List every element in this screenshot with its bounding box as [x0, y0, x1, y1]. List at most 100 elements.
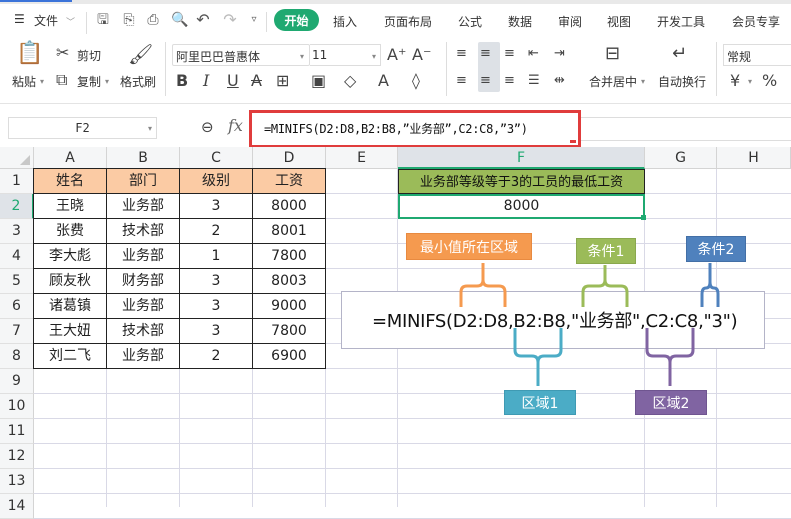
table-cell-salary[interactable]: 8001 — [253, 219, 326, 244]
align-left-icon[interactable]: ≡ — [456, 72, 467, 90]
hamburger-icon[interactable]: ☰ — [14, 12, 25, 26]
paste-button[interactable]: 粘贴 — [12, 73, 36, 90]
row-header-8[interactable]: 8 — [0, 344, 34, 369]
column-header-e[interactable]: E — [326, 147, 398, 169]
table-header-name[interactable]: 姓名 — [34, 169, 107, 194]
formula-input[interactable]: =MINIFS(D2:D8,B2:B8,”业务部”,C2:C8,”3”) — [249, 110, 581, 148]
italic-icon[interactable]: I — [203, 72, 209, 90]
merge-center-button[interactable]: 合并居中 — [589, 73, 637, 90]
column-header-h[interactable]: H — [717, 147, 791, 169]
copy-button[interactable]: 复制 — [77, 73, 101, 90]
row-header-9[interactable]: 9 — [0, 369, 34, 394]
table-header-salary[interactable]: 工资 — [253, 169, 326, 194]
table-cell-salary[interactable]: 7800 — [253, 319, 326, 344]
tab-insert[interactable]: 插入 — [333, 13, 357, 30]
result-value-cell[interactable]: 8000 — [398, 194, 645, 219]
table-header-dept[interactable]: 部门 — [107, 169, 180, 194]
tab-review[interactable]: 审阅 — [558, 13, 582, 30]
table-header-level[interactable]: 级别 — [180, 169, 253, 194]
wrap-text-button[interactable]: 自动换行 — [658, 73, 706, 90]
table-cell-salary[interactable]: 6900 — [253, 344, 326, 369]
align-right-icon[interactable]: ≡ — [504, 72, 515, 90]
table-cell-name[interactable]: 诸葛镇 — [34, 294, 107, 319]
result-title-cell[interactable]: 业务部等级等于3的工员的最低工资 — [398, 169, 645, 194]
row-header-3[interactable]: 3 — [0, 219, 34, 244]
table-cell-name[interactable]: 顾友秋 — [34, 269, 107, 294]
row-header-11[interactable]: 11 — [0, 419, 34, 444]
table-cell-dept[interactable]: 业务部 — [107, 294, 180, 319]
table-cell-level[interactable]: 3 — [180, 319, 253, 344]
distributed-icon[interactable]: ⇹ — [554, 72, 565, 90]
column-header-c[interactable]: C — [180, 147, 253, 169]
table-cell-level[interactable]: 3 — [180, 194, 253, 219]
print-preview-icon[interactable]: 🔍 — [171, 12, 188, 28]
row-header-5[interactable]: 5 — [0, 269, 34, 294]
table-cell-name[interactable]: 王大妞 — [34, 319, 107, 344]
table-cell-dept[interactable]: 技术部 — [107, 319, 180, 344]
table-cell-level[interactable]: 1 — [180, 244, 253, 269]
font-color-icon[interactable]: A — [378, 72, 389, 90]
increase-font-icon[interactable]: A⁺ — [387, 46, 406, 64]
underline-icon[interactable]: U — [227, 72, 239, 90]
column-header-b[interactable]: B — [107, 147, 180, 169]
format-painter-button[interactable]: 格式刷 — [120, 73, 156, 90]
tab-formulas[interactable]: 公式 — [458, 13, 482, 30]
row-header-10[interactable]: 10 — [0, 394, 34, 419]
tab-data[interactable]: 数据 — [508, 13, 532, 30]
border-icon[interactable]: ⊞ — [276, 72, 289, 90]
redo-icon[interactable]: ↷ — [222, 12, 238, 28]
zoom-formula-icon[interactable]: ⊖ — [201, 118, 214, 136]
row-header-1[interactable]: 1 — [0, 169, 34, 194]
table-cell-level[interactable]: 3 — [180, 294, 253, 319]
select-all-corner[interactable] — [0, 147, 34, 169]
table-cell-salary[interactable]: 8003 — [253, 269, 326, 294]
table-cell-level[interactable]: 2 — [180, 344, 253, 369]
paste-icon[interactable]: 📋 — [16, 43, 43, 65]
table-cell-dept[interactable]: 技术部 — [107, 219, 180, 244]
chevron-down-icon[interactable]: ﹀ — [66, 15, 75, 28]
tab-member[interactable]: 会员专享 — [732, 13, 780, 30]
tab-start[interactable]: 开始 — [274, 9, 319, 31]
decrease-font-icon[interactable]: A⁻ — [412, 46, 431, 64]
table-cell-name[interactable]: 王晓 — [34, 194, 107, 219]
more-icon[interactable]: ▿ — [246, 12, 262, 28]
justify-icon[interactable]: ☰ — [528, 72, 540, 90]
column-header-d[interactable]: D — [253, 147, 326, 169]
row-header-12[interactable]: 12 — [0, 444, 34, 469]
undo-icon[interactable]: ↶ — [195, 12, 211, 28]
table-cell-dept[interactable]: 业务部 — [107, 344, 180, 369]
table-cell-name[interactable]: 张费 — [34, 219, 107, 244]
cut-button[interactable]: 剪切 — [77, 47, 101, 64]
table-cell-name[interactable]: 刘二飞 — [34, 344, 107, 369]
tab-developer[interactable]: 开发工具 — [657, 13, 705, 30]
row-header-13[interactable]: 13 — [0, 469, 34, 494]
row-header-7[interactable]: 7 — [0, 319, 34, 344]
align-top-icon[interactable]: ≡ — [456, 45, 467, 63]
fx-icon[interactable]: fx — [228, 117, 243, 135]
column-header-g[interactable]: G — [645, 147, 717, 169]
align-middle-icon[interactable]: ≡ — [480, 45, 491, 63]
table-cell-level[interactable]: 2 — [180, 219, 253, 244]
table-cell-level[interactable]: 3 — [180, 269, 253, 294]
save-icon[interactable]: 🖫 — [95, 12, 111, 28]
percent-button[interactable]: % — [762, 72, 777, 90]
table-cell-salary[interactable]: 9000 — [253, 294, 326, 319]
table-cell-dept[interactable]: 业务部 — [107, 194, 180, 219]
fill-color-icon[interactable]: ◇ — [344, 72, 356, 90]
font-size-select[interactable]: 11 — [310, 44, 381, 66]
align-bottom-icon[interactable]: ≡ — [504, 45, 515, 63]
column-header-f[interactable]: F — [398, 147, 645, 169]
export-icon[interactable]: ⎘ — [121, 12, 137, 28]
currency-button[interactable]: ¥ — [730, 72, 740, 90]
table-cell-salary[interactable]: 8000 — [253, 194, 326, 219]
table-cell-dept[interactable]: 财务部 — [107, 269, 180, 294]
column-header-a[interactable]: A — [34, 147, 107, 169]
font-name-select[interactable]: 阿里巴巴普惠体 — [172, 44, 310, 66]
print-icon[interactable]: ⎙ — [145, 12, 161, 28]
table-cell-salary[interactable]: 7800 — [253, 244, 326, 269]
number-format-select[interactable]: 常规 — [723, 44, 791, 66]
bold-icon[interactable]: B — [176, 72, 188, 90]
table-cell-dept[interactable]: 业务部 — [107, 244, 180, 269]
tab-view[interactable]: 视图 — [607, 13, 631, 30]
strikethrough-icon[interactable]: A — [251, 72, 262, 90]
